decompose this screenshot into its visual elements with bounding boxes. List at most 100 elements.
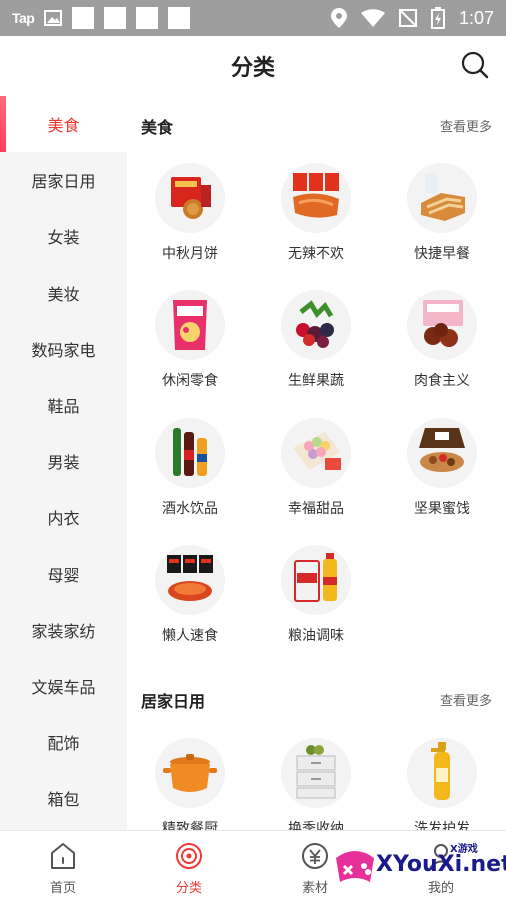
sidebar-item-underwear[interactable]: 内衣 <box>0 489 127 545</box>
gamepad-logo-icon <box>336 851 374 882</box>
category-item[interactable]: 无辣不欢 <box>253 163 379 283</box>
sidebar-item-shoes[interactable]: 鞋品 <box>0 377 127 433</box>
sidebar-item-men[interactable]: 男装 <box>0 433 127 489</box>
sidebar-item-women[interactable]: 女装 <box>0 208 127 264</box>
sidebar-item-label: 女装 <box>47 228 80 248</box>
header: 分类 <box>0 36 506 96</box>
image-icon <box>44 10 63 26</box>
sidebar-item-home[interactable]: 居家日用 <box>0 152 127 208</box>
item-label: 无辣不欢 <box>288 246 344 262</box>
sidebar-item-label: 美食 <box>47 116 80 136</box>
sidebar-item-label: 箱包 <box>47 790 80 810</box>
status-right: 1:07 <box>330 0 494 36</box>
item-label: 中秋月饼 <box>162 246 218 262</box>
sidebar-item-digital[interactable]: 数码家电 <box>0 321 127 377</box>
category-item[interactable]: 肉食主义 <box>379 290 505 410</box>
bottles-icon <box>155 418 225 488</box>
watermark-text: XYouXi.net <box>376 852 506 877</box>
sidebar-item-label: 男装 <box>47 453 80 473</box>
sidebar-item-label: 母婴 <box>47 565 80 585</box>
shampoo-icon <box>407 738 477 808</box>
status-left: Tap <box>12 0 191 36</box>
rice-oil-icon <box>281 545 351 615</box>
sidebar-item-entertainment[interactable]: 文娱车品 <box>0 658 127 714</box>
home-icon <box>51 843 75 869</box>
category-item[interactable]: 酒水饮品 <box>127 418 253 538</box>
bread-icon <box>407 163 477 233</box>
sidebar-item-food[interactable]: 美食 <box>0 96 127 153</box>
view-more-link[interactable]: 查看更多 <box>440 690 492 709</box>
search-icon <box>461 51 489 79</box>
item-label: 洗发护发 <box>414 821 470 830</box>
category-item[interactable]: 生鲜果蔬 <box>253 290 379 410</box>
category-item[interactable]: 快捷早餐 <box>379 163 505 283</box>
item-label: 生鲜果蔬 <box>288 373 344 389</box>
notification-square-icon <box>168 7 191 29</box>
page-title: 分类 <box>230 56 275 81</box>
section-header: 居家日用 查看更多 <box>141 688 492 712</box>
sidebar-item-accessories[interactable]: 配饰 <box>0 714 127 770</box>
notification-square-icon <box>104 7 127 29</box>
nuts-box-icon <box>407 418 477 488</box>
spicy-snack-icon <box>281 163 351 233</box>
sidebar-item-baby[interactable]: 母婴 <box>0 546 127 602</box>
search-button[interactable] <box>460 50 490 80</box>
app-label: Tap <box>12 10 35 26</box>
notification-square-icon <box>136 7 159 29</box>
sidebar-item-furnishing[interactable]: 家装家纺 <box>0 602 127 658</box>
sidebar-item-bags[interactable]: 箱包 <box>0 770 127 826</box>
sidebar-item-label: 内衣 <box>47 509 80 529</box>
category-content: 美食 查看更多 中秋月饼 无辣不欢 快捷早餐 休闲零食 生鲜果蔬 肉食主义 酒水… <box>127 96 506 830</box>
category-item[interactable]: 精致餐厨 <box>127 738 253 830</box>
item-label: 肉食主义 <box>414 373 470 389</box>
battery-charging-icon <box>430 7 445 29</box>
sidebar-item-label: 美妆 <box>47 284 80 304</box>
item-label: 精致餐厨 <box>162 821 218 830</box>
item-label: 快捷早餐 <box>414 246 470 262</box>
category-item[interactable]: 幸福甜品 <box>253 418 379 538</box>
material-icon <box>302 843 328 869</box>
section-title: 居家日用 <box>141 692 206 711</box>
sidebar-item-label: 家装家纺 <box>31 621 96 641</box>
sidebar-item-beauty[interactable]: 美妆 <box>0 265 127 321</box>
nav-category[interactable]: 分类 <box>126 831 252 900</box>
item-label: 粮油调味 <box>288 628 344 644</box>
sidebar-item-label: 居家日用 <box>31 172 96 192</box>
category-sidebar: 美食 居家日用 女装 美妆 数码家电 鞋品 男装 内衣 母婴 家装家纺 文娱车品… <box>0 96 127 830</box>
nav-label: 首页 <box>49 881 76 896</box>
category-item[interactable]: 休闲零食 <box>127 290 253 410</box>
item-label: 休闲零食 <box>162 373 218 389</box>
item-label: 换季收纳 <box>288 821 344 830</box>
site-watermark: X游戏 XYouXi.net <box>330 836 506 894</box>
view-more-link[interactable]: 查看更多 <box>440 116 492 135</box>
category-item[interactable]: 懒人速食 <box>127 545 253 665</box>
location-icon <box>330 8 347 28</box>
item-label: 懒人速食 <box>162 628 218 644</box>
item-label: 幸福甜品 <box>288 501 344 517</box>
macaron-icon <box>281 418 351 488</box>
instant-noodle-icon <box>155 545 225 615</box>
item-label: 坚果蜜饯 <box>414 501 470 517</box>
category-icon <box>176 843 202 869</box>
clock: 1:07 <box>458 7 494 28</box>
meat-box-icon <box>407 290 477 360</box>
nav-home[interactable]: 首页 <box>0 831 126 900</box>
sidebar-item-label: 文娱车品 <box>31 677 96 697</box>
no-signal-icon <box>398 9 417 27</box>
sidebar-item-label: 配饰 <box>47 734 80 754</box>
storage-drawer-icon <box>281 738 351 808</box>
sidebar-item-label: 数码家电 <box>31 340 96 360</box>
category-item[interactable]: 换季收纳 <box>253 738 379 830</box>
nav-label: 分类 <box>175 881 202 896</box>
category-item[interactable]: 中秋月饼 <box>127 163 253 283</box>
section-food: 美食 查看更多 中秋月饼 无辣不欢 快捷早餐 休闲零食 生鲜果蔬 肉食主义 酒水… <box>127 96 506 676</box>
category-item[interactable]: 坚果蜜饯 <box>379 418 505 538</box>
mooncake-icon <box>155 163 225 233</box>
snack-bag-icon <box>155 290 225 360</box>
category-item[interactable]: 洗发护发 <box>379 738 505 830</box>
status-bar: Tap 1:07 <box>0 0 506 36</box>
category-item[interactable]: 粮油调味 <box>253 545 379 665</box>
pot-icon <box>155 738 225 808</box>
berries-icon <box>281 290 351 360</box>
notification-square-icon <box>72 7 95 29</box>
